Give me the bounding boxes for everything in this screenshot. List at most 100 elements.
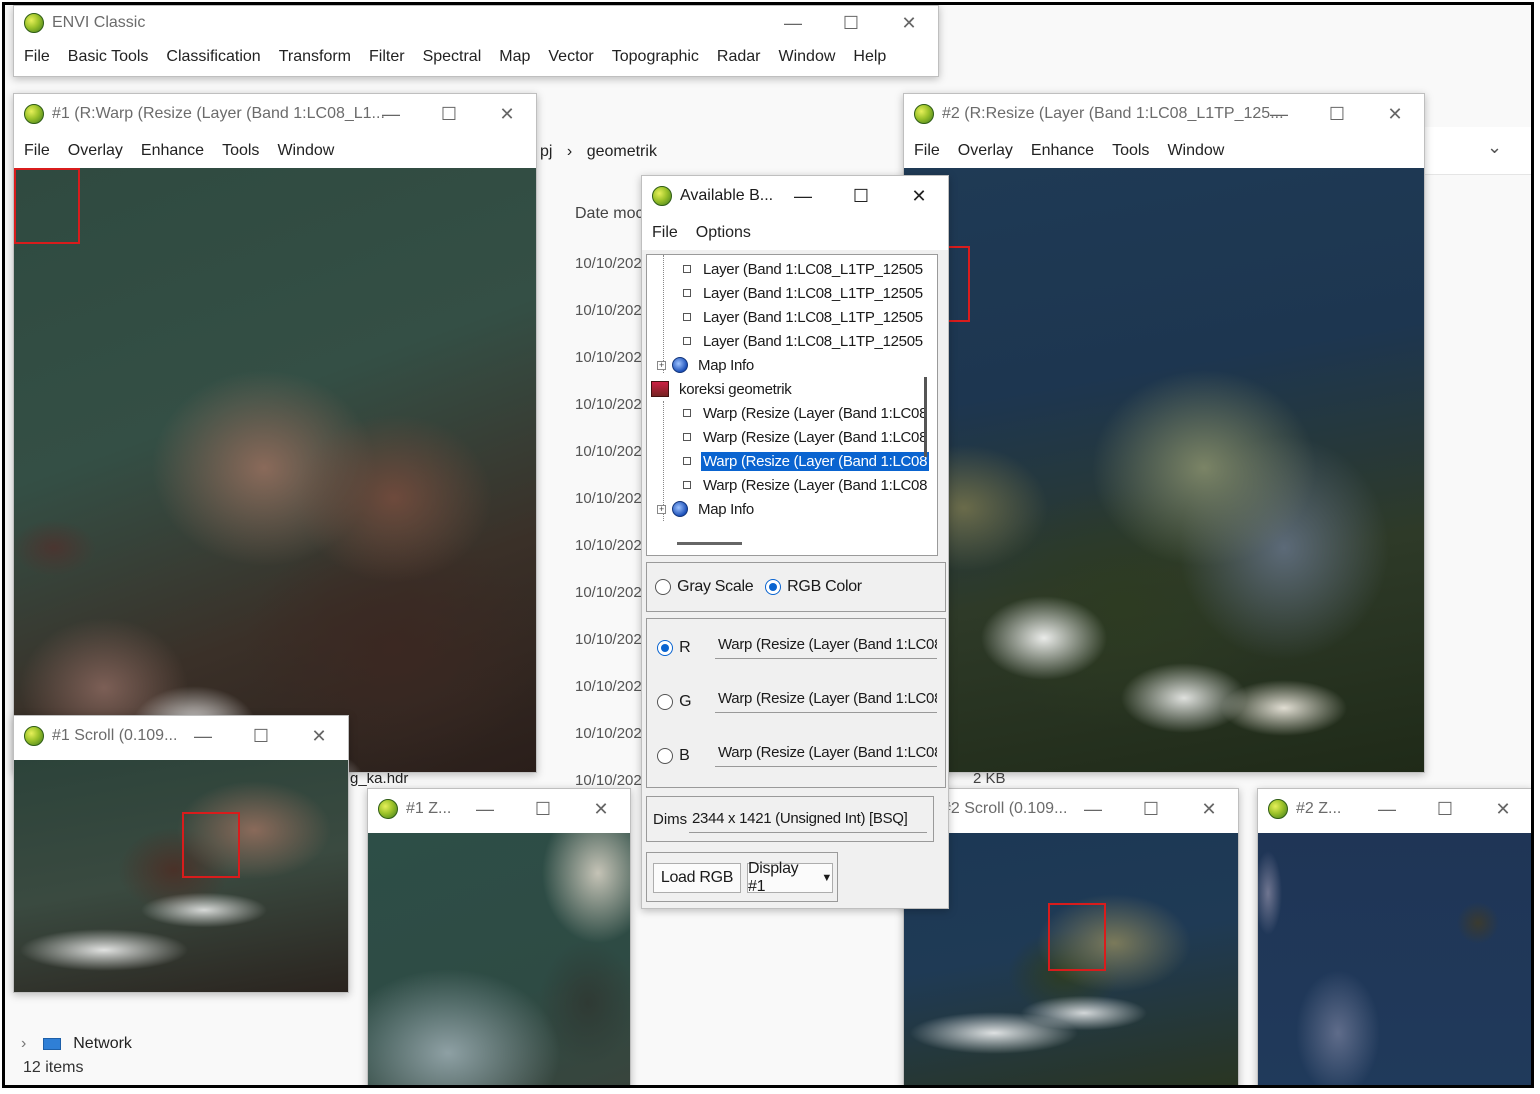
minimize-button[interactable]: — <box>774 176 832 216</box>
titlebar[interactable]: #2 (R:Resize (Layer (Band 1:LC08_L1TP_12… <box>904 94 1424 134</box>
radio-icon[interactable] <box>657 640 673 657</box>
checkbox[interactable] <box>683 409 691 417</box>
tree-item-warp-selected[interactable]: Warp (Resize (Layer (Band 1:LC08 <box>683 449 930 473</box>
menu-options[interactable]: Options <box>696 224 751 242</box>
breadcrumb[interactable]: pj › geometrik <box>540 143 667 161</box>
menu-overlay[interactable]: Overlay <box>958 142 1013 160</box>
tree-item-layer[interactable]: Layer (Band 1:LC08_L1TP_12505 <box>683 305 925 329</box>
menu-spectral[interactable]: Spectral <box>423 48 482 66</box>
menu-classification[interactable]: Classification <box>166 48 260 66</box>
menu-topographic[interactable]: Topographic <box>612 48 699 66</box>
titlebar[interactable]: #1 (R:Warp (Resize (Layer (Band 1:LC08_L… <box>14 94 536 134</box>
image-box[interactable] <box>182 812 240 878</box>
titlebar[interactable]: #2 Z... — ☐ ✕ <box>1258 789 1531 829</box>
menu-map[interactable]: Map <box>499 48 530 66</box>
radio-icon[interactable] <box>655 579 671 596</box>
tree-item-map-info[interactable]: + Map Info <box>657 353 756 377</box>
maximize-button[interactable]: ☐ <box>1308 94 1366 134</box>
b-radio[interactable]: B <box>657 747 690 765</box>
minimize-button[interactable]: — <box>456 789 514 829</box>
menu-transform[interactable]: Transform <box>279 48 351 66</box>
radio-icon[interactable] <box>765 579 781 596</box>
close-button[interactable]: ✕ <box>478 94 536 134</box>
radio-icon[interactable] <box>657 694 673 711</box>
checkbox[interactable] <box>683 337 691 345</box>
checkbox[interactable] <box>683 481 691 489</box>
menu-file[interactable]: File <box>914 142 940 160</box>
b-band-field[interactable]: Warp (Resize (Layer (Band 1:LC08 <box>715 741 937 767</box>
titlebar[interactable]: #1 Scroll (0.109... — ☐ ✕ <box>14 716 348 756</box>
horizontal-scrollbar[interactable] <box>677 542 742 545</box>
tree-item-warp[interactable]: Warp (Resize (Layer (Band 1:LC08 <box>683 401 929 425</box>
load-rgb-button[interactable]: Load RGB <box>653 863 741 893</box>
band-tree[interactable]: Layer (Band 1:LC08_L1TP_12505 Layer (Ban… <box>646 254 938 556</box>
minimize-button[interactable]: — <box>362 94 420 134</box>
menu-radar[interactable]: Radar <box>717 48 761 66</box>
close-button[interactable]: ✕ <box>880 6 938 40</box>
r-band-field[interactable]: Warp (Resize (Layer (Band 1:LC08 <box>715 633 937 659</box>
maximize-button[interactable]: ☐ <box>1122 789 1180 829</box>
tree-item-layer[interactable]: Layer (Band 1:LC08_L1TP_12505 <box>683 257 925 281</box>
r-radio[interactable]: R <box>657 639 691 657</box>
expand-icon[interactable]: + <box>657 504 666 514</box>
menu-tools[interactable]: Tools <box>1112 142 1149 160</box>
radio-icon[interactable] <box>657 748 673 765</box>
breadcrumb-pj[interactable]: pj <box>540 143 552 160</box>
maximize-button[interactable]: ☐ <box>232 716 290 756</box>
vertical-scrollbar[interactable] <box>924 377 927 457</box>
menu-enhance[interactable]: Enhance <box>1031 142 1094 160</box>
zoom-image[interactable] <box>368 833 630 1085</box>
rgb-color-radio[interactable]: RGB Color <box>765 578 862 596</box>
scroll-image[interactable] <box>904 833 1238 1085</box>
tree-item-layer[interactable]: Layer (Band 1:LC08_L1TP_12505 <box>683 329 925 353</box>
menu-vector[interactable]: Vector <box>548 48 593 66</box>
tree-item-file-group[interactable]: koreksi geometrik <box>651 377 793 401</box>
menu-filter[interactable]: Filter <box>369 48 405 66</box>
menu-window[interactable]: Window <box>277 142 334 160</box>
minimize-button[interactable]: — <box>764 6 822 40</box>
checkbox[interactable] <box>683 433 691 441</box>
tree-item-map-info[interactable]: + Map Info <box>657 497 756 521</box>
close-button[interactable]: ✕ <box>290 716 348 756</box>
checkbox[interactable] <box>683 265 691 273</box>
gray-scale-radio[interactable]: Gray Scale <box>655 578 754 596</box>
zoom-image[interactable] <box>1258 833 1531 1085</box>
image-display[interactable] <box>904 168 1424 772</box>
maximize-button[interactable]: ☐ <box>420 94 478 134</box>
minimize-button[interactable]: — <box>174 716 232 756</box>
maximize-button[interactable]: ☐ <box>832 176 890 216</box>
maximize-button[interactable]: ☐ <box>822 6 880 40</box>
scroll-image[interactable] <box>14 760 348 992</box>
chevron-down-icon[interactable]: ⌄ <box>1487 137 1502 158</box>
menu-window[interactable]: Window <box>779 48 836 66</box>
menu-file[interactable]: File <box>24 48 50 66</box>
minimize-button[interactable]: — <box>1250 94 1308 134</box>
sidebar-item-network[interactable]: › Network <box>21 1035 132 1053</box>
menu-window[interactable]: Window <box>1167 142 1224 160</box>
menu-file[interactable]: File <box>652 224 678 242</box>
zoom-box[interactable] <box>14 168 80 244</box>
menu-basic-tools[interactable]: Basic Tools <box>68 48 149 66</box>
g-radio[interactable]: G <box>657 693 692 711</box>
menu-file[interactable]: File <box>24 142 50 160</box>
date-modified-header[interactable]: Date moc <box>575 205 643 223</box>
expand-icon[interactable]: + <box>657 360 666 370</box>
breadcrumb-geometrik[interactable]: geometrik <box>587 143 657 160</box>
close-button[interactable]: ✕ <box>572 789 630 829</box>
maximize-button[interactable]: ☐ <box>514 789 572 829</box>
minimize-button[interactable]: — <box>1358 789 1416 829</box>
close-button[interactable]: ✕ <box>1474 789 1531 829</box>
image-box[interactable] <box>1048 903 1106 971</box>
checkbox[interactable] <box>683 289 691 297</box>
close-button[interactable]: ✕ <box>1366 94 1424 134</box>
titlebar[interactable]: Available B... — ☐ ✕ <box>642 176 948 216</box>
tree-item-warp[interactable]: Warp (Resize (Layer (Band 1:LC08 <box>683 473 929 497</box>
titlebar[interactable]: #2 Scroll (0.109... — ☐ ✕ <box>904 789 1238 829</box>
tree-item-warp[interactable]: Warp (Resize (Layer (Band 1:LC08 <box>683 425 929 449</box>
tree-item-layer[interactable]: Layer (Band 1:LC08_L1TP_12505 <box>683 281 925 305</box>
menu-help[interactable]: Help <box>853 48 886 66</box>
checkbox[interactable] <box>683 313 691 321</box>
checkbox[interactable] <box>683 457 691 465</box>
titlebar[interactable]: ENVI Classic — ☐ ✕ <box>14 6 938 40</box>
close-button[interactable]: ✕ <box>890 176 948 216</box>
